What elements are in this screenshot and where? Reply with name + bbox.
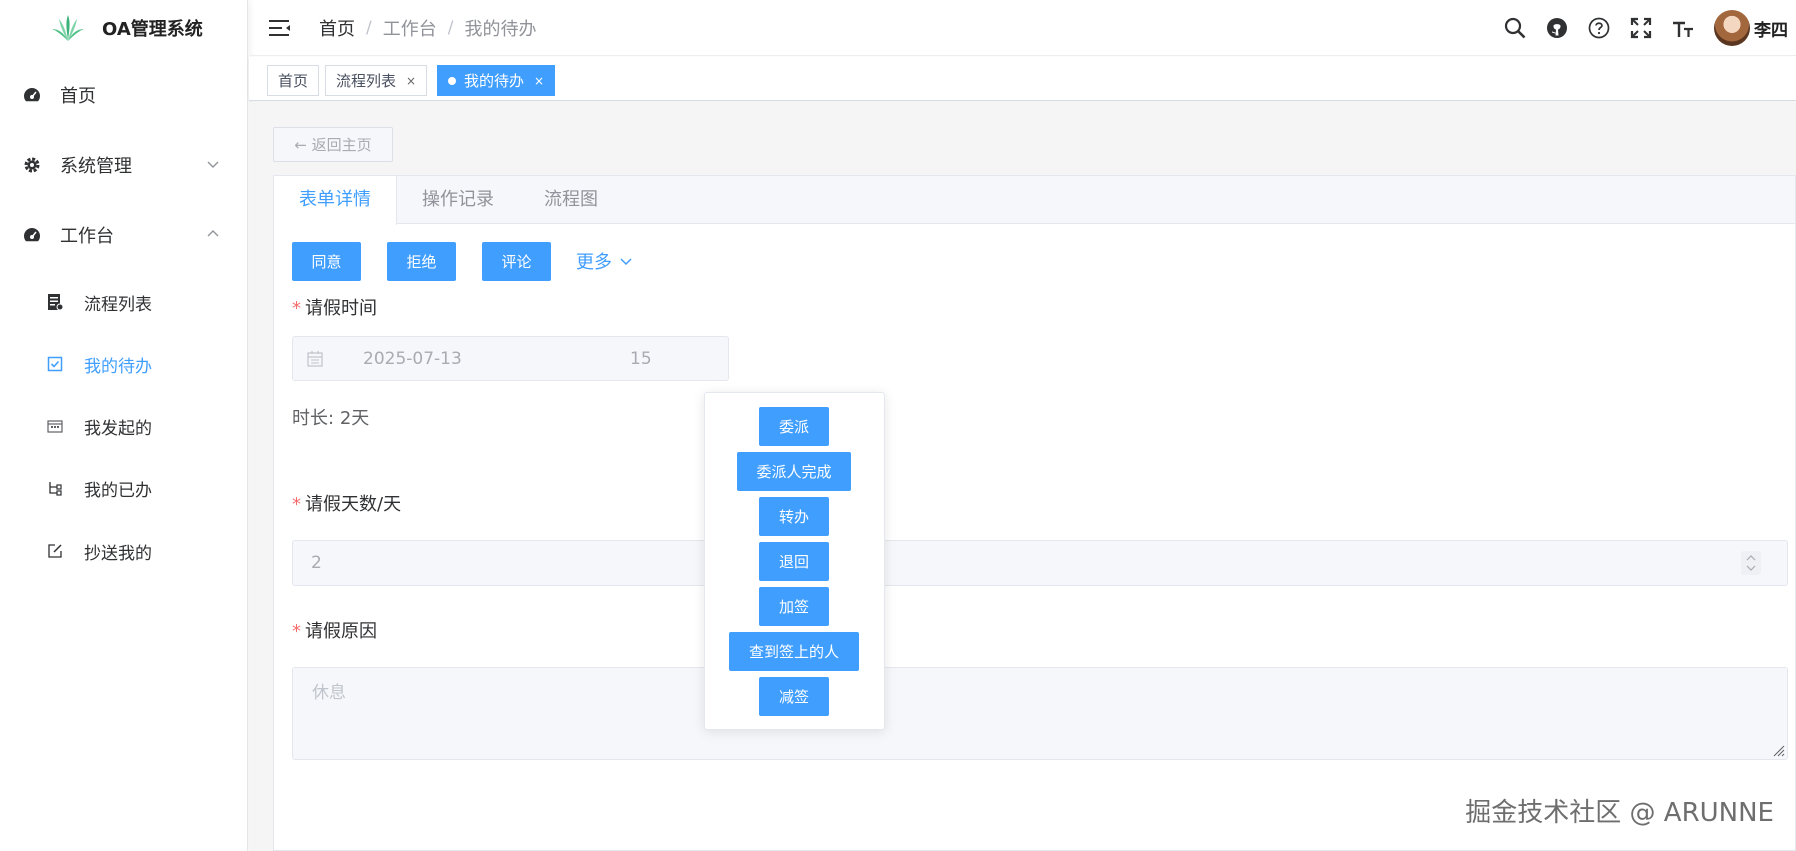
sidebar-item-label: 我的待办 — [84, 356, 152, 377]
close-icon[interactable]: × — [406, 74, 416, 88]
transfer-button[interactable]: 转办 — [759, 497, 829, 536]
font-size-icon[interactable] — [1671, 16, 1695, 40]
sidebar: OA管理系统 首页 系统管理 工作台 流程列表 我的待办 我发起的 我的已办 抄… — [0, 0, 248, 851]
sidebar-item-process-list[interactable]: 流程列表 — [0, 277, 248, 327]
leave-days-label: * 请假天数/天 — [292, 494, 402, 515]
sidebar-item-label: 我发起的 — [84, 418, 152, 439]
main-content: ← 返回主页 表单详情 操作记录 流程图 同意 拒绝 评论 更多 * 请假时间 2… — [249, 102, 1796, 851]
delegate-button[interactable]: 委派 — [759, 407, 829, 446]
leave-reason-textarea[interactable]: 休息 — [292, 667, 1788, 760]
calendar-icon — [307, 350, 323, 367]
tag-home[interactable]: 首页 — [267, 65, 320, 96]
chevron-down-icon — [620, 258, 632, 266]
tree-icon — [46, 479, 64, 497]
calendar-icon — [46, 417, 64, 435]
close-icon[interactable]: × — [534, 74, 544, 88]
chevron-up-icon — [207, 230, 219, 237]
more-dropdown-toggle[interactable]: 更多 — [576, 248, 634, 274]
detail-card: 表单详情 操作记录 流程图 同意 拒绝 评论 更多 * 请假时间 2025-07-… — [273, 175, 1796, 851]
header-toolbar: 李四 — [1494, 0, 1788, 56]
tag-process-list[interactable]: 流程列表 × — [325, 65, 428, 96]
sidebar-item-my-started[interactable]: 我发起的 — [0, 401, 248, 451]
dashboard-icon — [22, 225, 42, 245]
sidebar-item-label: 抄送我的 — [84, 543, 152, 564]
back-home-button[interactable]: ← 返回主页 — [273, 127, 393, 162]
tag-label: 首页 — [278, 72, 309, 90]
tab-operation-log[interactable]: 操作记录 — [397, 176, 519, 224]
sidebar-item-workbench[interactable]: 工作台 — [0, 207, 248, 263]
logo: OA管理系统 — [0, 0, 247, 56]
leave-days-value: 2 — [311, 553, 322, 573]
resize-handle-icon[interactable] — [1771, 743, 1785, 757]
gear-icon — [22, 155, 42, 175]
help-icon[interactable] — [1587, 16, 1611, 40]
search-icon[interactable] — [1503, 16, 1527, 40]
duration-value: 2天 — [339, 408, 370, 429]
watermark: 掘金技术社区 @ ARUNNE — [1465, 798, 1774, 828]
required-mark: * — [292, 298, 301, 319]
tag-label: 流程列表 — [336, 72, 397, 90]
breadcrumb: 首页 / 工作台 / 我的待办 — [319, 15, 536, 41]
app-title: OA管理系统 — [102, 19, 203, 40]
checkbox-icon — [46, 355, 64, 373]
leave-days-input[interactable]: 2 — [292, 540, 1788, 586]
leave-time-label: * 请假时间 — [292, 298, 377, 319]
sidebar-item-label: 流程列表 — [84, 294, 152, 315]
sidebar-item-label: 工作台 — [60, 226, 114, 247]
breadcrumb-current: 我的待办 — [464, 18, 537, 40]
dashboard-icon — [22, 85, 42, 105]
query-signers-button[interactable]: 查到签上的人 — [729, 632, 859, 671]
required-mark: * — [292, 494, 301, 515]
delegate-complete-button[interactable]: 委派人完成 — [737, 452, 851, 491]
edit-icon — [46, 542, 64, 560]
required-mark: * — [292, 621, 301, 642]
tab-bar: 表单详情 操作记录 流程图 — [274, 176, 1795, 225]
more-label: 更多 — [576, 252, 612, 273]
remove-sign-button[interactable]: 减签 — [759, 677, 829, 716]
tags-view: 首页 流程列表 × 我的待办 × — [249, 57, 1796, 101]
leave-reason-label: * 请假原因 — [292, 621, 377, 642]
sidebar-item-cc-me[interactable]: 抄送我的 — [0, 526, 248, 576]
document-list-icon — [46, 293, 64, 311]
breadcrumb-separator: / — [447, 17, 454, 38]
tag-label: 我的待办 — [464, 72, 525, 90]
logo-icon — [52, 15, 84, 41]
chevron-down-icon — [207, 161, 219, 168]
github-icon[interactable] — [1545, 16, 1569, 40]
breadcrumb-workbench: 工作台 — [382, 18, 437, 40]
date-end-value: 15 — [630, 348, 652, 369]
username[interactable]: 李四 — [1754, 16, 1788, 41]
reason-placeholder: 休息 — [312, 683, 346, 703]
reject-button[interactable]: 拒绝 — [387, 242, 456, 281]
duration-text: 时长: 2天 — [292, 408, 370, 429]
more-dropdown-menu: 委派 委派人完成 转办 退回 加签 查到签上的人 减签 — [704, 392, 885, 730]
sidebar-item-label: 我的已办 — [84, 480, 152, 501]
avatar[interactable] — [1714, 10, 1750, 46]
spinner-arrows-icon[interactable] — [1741, 551, 1761, 575]
sidebar-item-system[interactable]: 系统管理 — [0, 137, 248, 193]
tab-flowchart[interactable]: 流程图 — [519, 176, 623, 224]
fullscreen-icon[interactable] — [1629, 16, 1653, 40]
breadcrumb-home[interactable]: 首页 — [319, 15, 355, 41]
leave-date-range-input[interactable]: 2025-07-13 15 — [292, 336, 729, 381]
sidebar-item-my-todo[interactable]: 我的待办 — [0, 339, 248, 389]
sidebar-item-label: 系统管理 — [60, 156, 132, 177]
return-button[interactable]: 退回 — [759, 542, 829, 581]
menu-fold-icon[interactable] — [269, 18, 291, 38]
date-start-value: 2025-07-13 — [363, 348, 462, 369]
sidebar-item-my-done[interactable]: 我的已办 — [0, 463, 248, 513]
agree-button[interactable]: 同意 — [292, 242, 361, 281]
sidebar-item-label: 首页 — [60, 86, 96, 107]
top-header: 首页 / 工作台 / 我的待办 李四 — [249, 0, 1796, 56]
tab-form-detail[interactable]: 表单详情 — [274, 176, 397, 225]
add-sign-button[interactable]: 加签 — [759, 587, 829, 626]
tag-my-todo[interactable]: 我的待办 × — [437, 65, 556, 96]
active-dot-icon — [448, 76, 456, 85]
sidebar-item-home[interactable]: 首页 — [0, 67, 248, 123]
breadcrumb-separator: / — [366, 17, 372, 38]
comment-button[interactable]: 评论 — [482, 242, 551, 281]
